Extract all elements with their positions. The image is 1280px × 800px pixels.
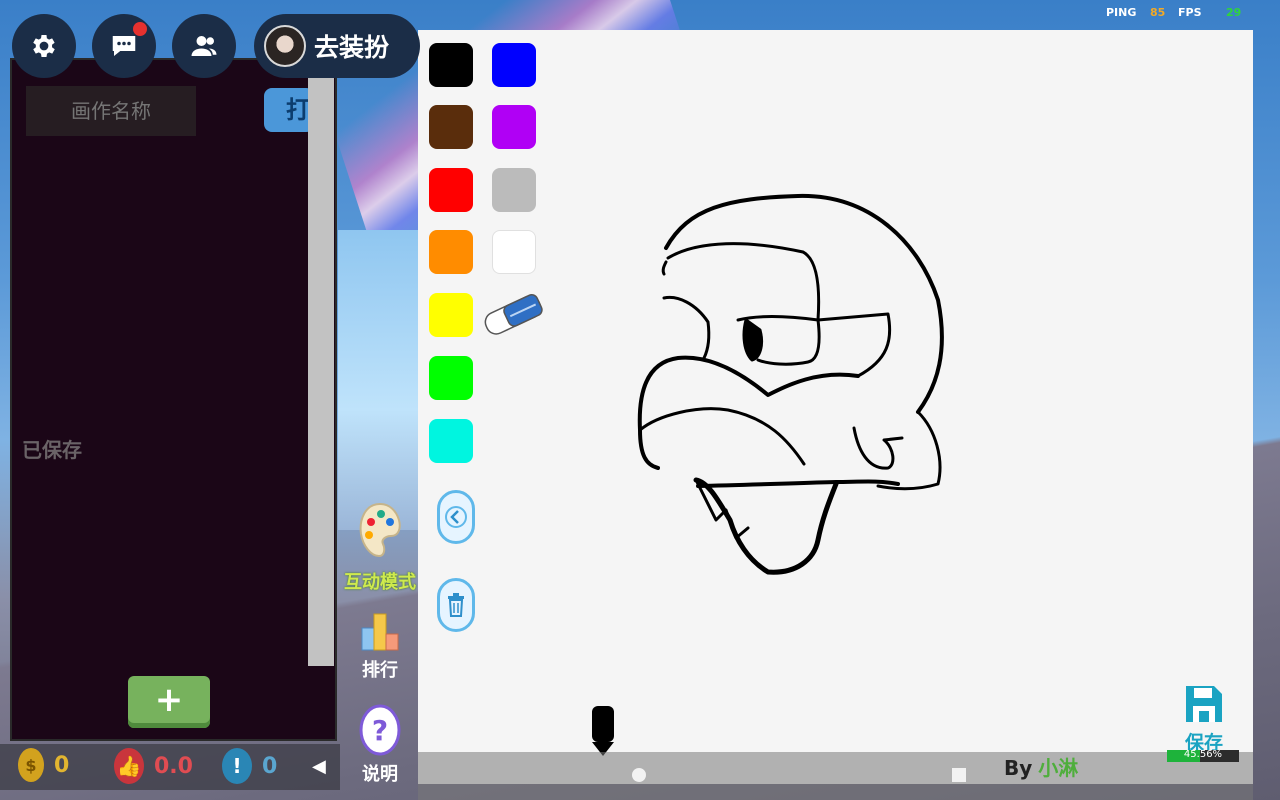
home-icon[interactable] [632, 768, 646, 782]
color-swatch[interactable] [429, 43, 473, 87]
stats-bar: $ 0 👍 0.0 ! 0 ◀ [0, 744, 340, 790]
scrollbar[interactable] [308, 76, 334, 666]
coin-stat: $ 0 [18, 748, 69, 782]
color-swatch[interactable] [492, 43, 536, 87]
report-count: 0 [262, 753, 278, 779]
eraser-icon[interactable] [480, 290, 546, 340]
thumbs-up-icon: 👍 [114, 748, 144, 784]
color-swatch[interactable] [429, 419, 473, 463]
chevron-left-icon [445, 506, 467, 528]
ping-value: 85 [1150, 6, 1166, 19]
open-button[interactable]: 打 [264, 88, 314, 132]
interactive-mode-label: 互动模式 [344, 572, 416, 593]
save-button[interactable]: 保存 [1164, 684, 1244, 755]
coin-icon: $ [18, 748, 44, 782]
palette-icon [359, 502, 401, 558]
gear-icon [33, 35, 55, 57]
author-byline: By 小淋 [1004, 752, 1078, 781]
ranking-button[interactable]: 排行 [340, 608, 420, 682]
svg-text:?: ? [372, 714, 388, 747]
notification-dot [133, 22, 147, 36]
artwork-name-input[interactable] [26, 86, 196, 136]
saved-label: 已保存 [22, 438, 82, 462]
byline-prefix: By [1004, 756, 1033, 780]
help-button[interactable]: ? 说明 [340, 704, 420, 786]
recents-icon[interactable] [952, 768, 966, 782]
clear-canvas-button[interactable] [437, 578, 475, 632]
color-swatch[interactable] [429, 293, 473, 337]
color-swatch[interactable] [429, 168, 473, 212]
podium-icon [361, 613, 399, 651]
coin-count: 0 [54, 752, 70, 778]
avatar [264, 25, 306, 67]
drawing-canvas[interactable]: 保存 [418, 30, 1253, 784]
report-stat: ! 0 [222, 748, 277, 784]
collapse-arrow-icon[interactable]: ◀ [312, 756, 326, 777]
trash-icon [448, 593, 464, 617]
byline-author: 小淋 [1038, 756, 1079, 780]
fps-label: FPS [1178, 6, 1202, 19]
color-swatch[interactable] [492, 105, 536, 149]
add-artwork-button[interactable]: + [128, 676, 210, 728]
dress-up-button[interactable]: 去装扮 [254, 14, 420, 78]
brush-icon [592, 706, 614, 756]
ping-label: PING [1106, 6, 1137, 19]
user-drawing [637, 193, 944, 575]
interactive-mode-button[interactable]: 互动模式 [340, 500, 420, 594]
friends-button[interactable] [172, 14, 236, 78]
artwork-panel: 打 已保存 + [10, 58, 337, 741]
exclamation-icon: ! [222, 748, 252, 784]
color-swatch[interactable] [492, 230, 536, 274]
background-sky [338, 230, 428, 530]
save-progress-bar: 45.56% [1167, 749, 1239, 762]
chat-icon [112, 36, 136, 56]
floppy-disk-icon [1186, 686, 1222, 722]
color-swatch[interactable] [429, 356, 473, 400]
fps-value: 29 [1226, 6, 1242, 19]
like-count: 0.0 [154, 753, 193, 779]
help-label: 说明 [362, 764, 398, 785]
color-swatch[interactable] [429, 105, 473, 149]
friends-icon [191, 36, 217, 56]
like-stat: 👍 0.0 [114, 748, 193, 784]
chat-button[interactable] [92, 14, 156, 78]
color-swatch[interactable] [429, 230, 473, 274]
ranking-label: 排行 [362, 660, 398, 681]
navigation-bar [418, 752, 1253, 800]
settings-button[interactable] [12, 14, 76, 78]
back-button[interactable] [437, 490, 475, 544]
progress-text: 45.56% [1183, 749, 1223, 760]
color-swatch[interactable] [492, 168, 536, 212]
dress-up-label: 去装扮 [314, 33, 390, 62]
help-icon: ? [359, 704, 401, 756]
